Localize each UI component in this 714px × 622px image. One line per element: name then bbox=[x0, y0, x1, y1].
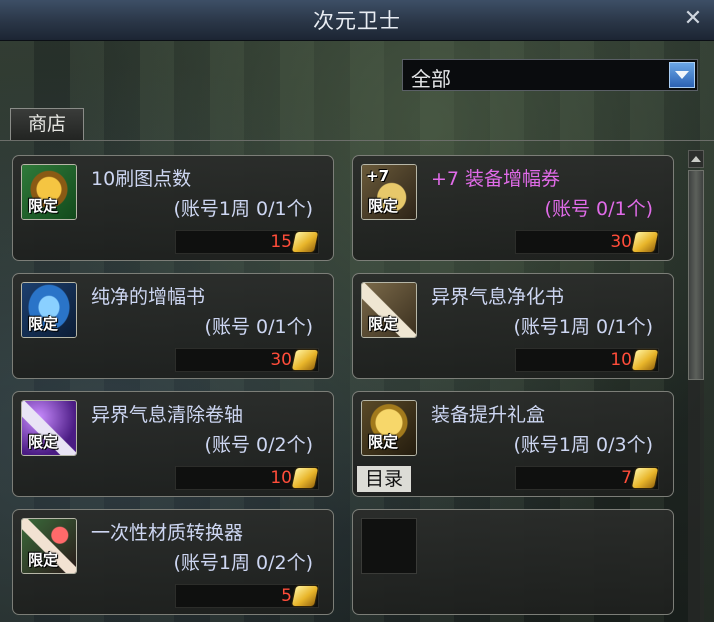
scrollbar-thumb[interactable] bbox=[688, 170, 704, 380]
shop-item-card[interactable]: 限定 异界气息净化书 (账号1周 0/1个) 10 bbox=[352, 273, 674, 379]
price-box: 15 bbox=[175, 230, 319, 254]
limited-badge: 限定 bbox=[28, 197, 59, 215]
price-value: 15 bbox=[270, 232, 292, 252]
purchase-limit: (账号1周 0/1个) bbox=[173, 198, 313, 220]
item-name: 异界气息净化书 bbox=[431, 286, 565, 308]
price-box: 7 bbox=[515, 466, 659, 490]
gold-coin-icon bbox=[291, 350, 319, 370]
limited-badge: 限定 bbox=[28, 315, 59, 333]
item-name: 10刷图点数 bbox=[91, 168, 192, 190]
price-box: 30 bbox=[175, 348, 319, 372]
converter-icon: 限定 bbox=[21, 518, 77, 574]
gold-coin-icon bbox=[291, 586, 319, 606]
limited-badge: 限定 bbox=[368, 315, 399, 333]
gift-box-icon: 限定 bbox=[361, 400, 417, 456]
limited-badge: 限定 bbox=[368, 197, 399, 215]
shop-item-card[interactable]: 限定 异界气息清除卷轴 (账号 0/2个) 10 bbox=[12, 391, 334, 497]
amplify-ticket-icon: +7 限定 bbox=[361, 164, 417, 220]
shop-item-card[interactable]: 限定 一次性材质转换器 (账号1周 0/2个) 5 bbox=[12, 509, 334, 615]
item-name: 纯净的增幅书 bbox=[91, 286, 206, 308]
blue-book-icon: 限定 bbox=[21, 282, 77, 338]
empty-item-slot bbox=[361, 518, 417, 574]
price-value: 30 bbox=[270, 350, 292, 370]
price-box: 30 bbox=[515, 230, 659, 254]
purchase-limit: (账号 0/1个) bbox=[204, 316, 313, 338]
scroll-icon: 限定 bbox=[361, 282, 417, 338]
gold-coin-icon bbox=[631, 468, 659, 488]
purchase-limit: (账号 0/2个) bbox=[204, 434, 313, 456]
tab-shop[interactable]: 商店 bbox=[10, 108, 84, 140]
panel-divider bbox=[0, 140, 714, 141]
price-value: 7 bbox=[621, 468, 632, 488]
price-box: 10 bbox=[175, 466, 319, 490]
potion-icon: 限定 bbox=[21, 164, 77, 220]
limited-badge: 限定 bbox=[28, 433, 59, 451]
purchase-limit: (账号1周 0/3个) bbox=[513, 434, 653, 456]
title-bar: 次元卫士 ✕ bbox=[0, 0, 714, 41]
item-name: 装备提升礼盒 bbox=[431, 404, 546, 426]
plus-level-text: +7 bbox=[366, 167, 390, 185]
scroll-up-icon[interactable] bbox=[688, 150, 704, 168]
price-value: 10 bbox=[610, 350, 632, 370]
limited-badge: 限定 bbox=[28, 551, 59, 569]
purchase-limit: (账号1周 0/1个) bbox=[513, 316, 653, 338]
item-name: 一次性材质转换器 bbox=[91, 522, 244, 544]
catalog-button[interactable]: 目录 bbox=[356, 465, 412, 493]
price-box: 10 bbox=[515, 348, 659, 372]
window-title: 次元卫士 bbox=[313, 9, 401, 33]
gold-coin-icon bbox=[631, 232, 659, 252]
limited-badge: 限定 bbox=[368, 433, 399, 451]
empty-item-card bbox=[352, 509, 674, 615]
shop-item-card[interactable]: 限定 纯净的增幅书 (账号 0/1个) 30 bbox=[12, 273, 334, 379]
price-box: 5 bbox=[175, 584, 319, 608]
purchase-limit: (账号1周 0/2个) bbox=[173, 552, 313, 574]
item-name: 异界气息清除卷轴 bbox=[91, 404, 244, 426]
chevron-down-icon[interactable] bbox=[669, 62, 695, 88]
price-value: 10 bbox=[270, 468, 292, 488]
gold-coin-icon bbox=[291, 468, 319, 488]
close-icon[interactable]: ✕ bbox=[680, 6, 706, 32]
shop-item-card[interactable]: +7 限定 +7 装备增幅券 (账号 0/1个) 30 bbox=[352, 155, 674, 261]
scrollbar[interactable] bbox=[686, 150, 706, 622]
dropdown-selected-value: 全部 bbox=[411, 67, 451, 91]
category-dropdown[interactable]: 全部 bbox=[402, 59, 698, 91]
purple-scroll-icon: 限定 bbox=[21, 400, 77, 456]
price-value: 30 bbox=[610, 232, 632, 252]
gold-coin-icon bbox=[631, 350, 659, 370]
gold-coin-icon bbox=[291, 232, 319, 252]
purchase-limit: (账号 0/1个) bbox=[544, 198, 653, 220]
shop-item-card[interactable]: 限定 10刷图点数 (账号1周 0/1个) 15 bbox=[12, 155, 334, 261]
item-name: +7 装备增幅券 bbox=[431, 168, 561, 190]
price-value: 5 bbox=[281, 586, 292, 606]
